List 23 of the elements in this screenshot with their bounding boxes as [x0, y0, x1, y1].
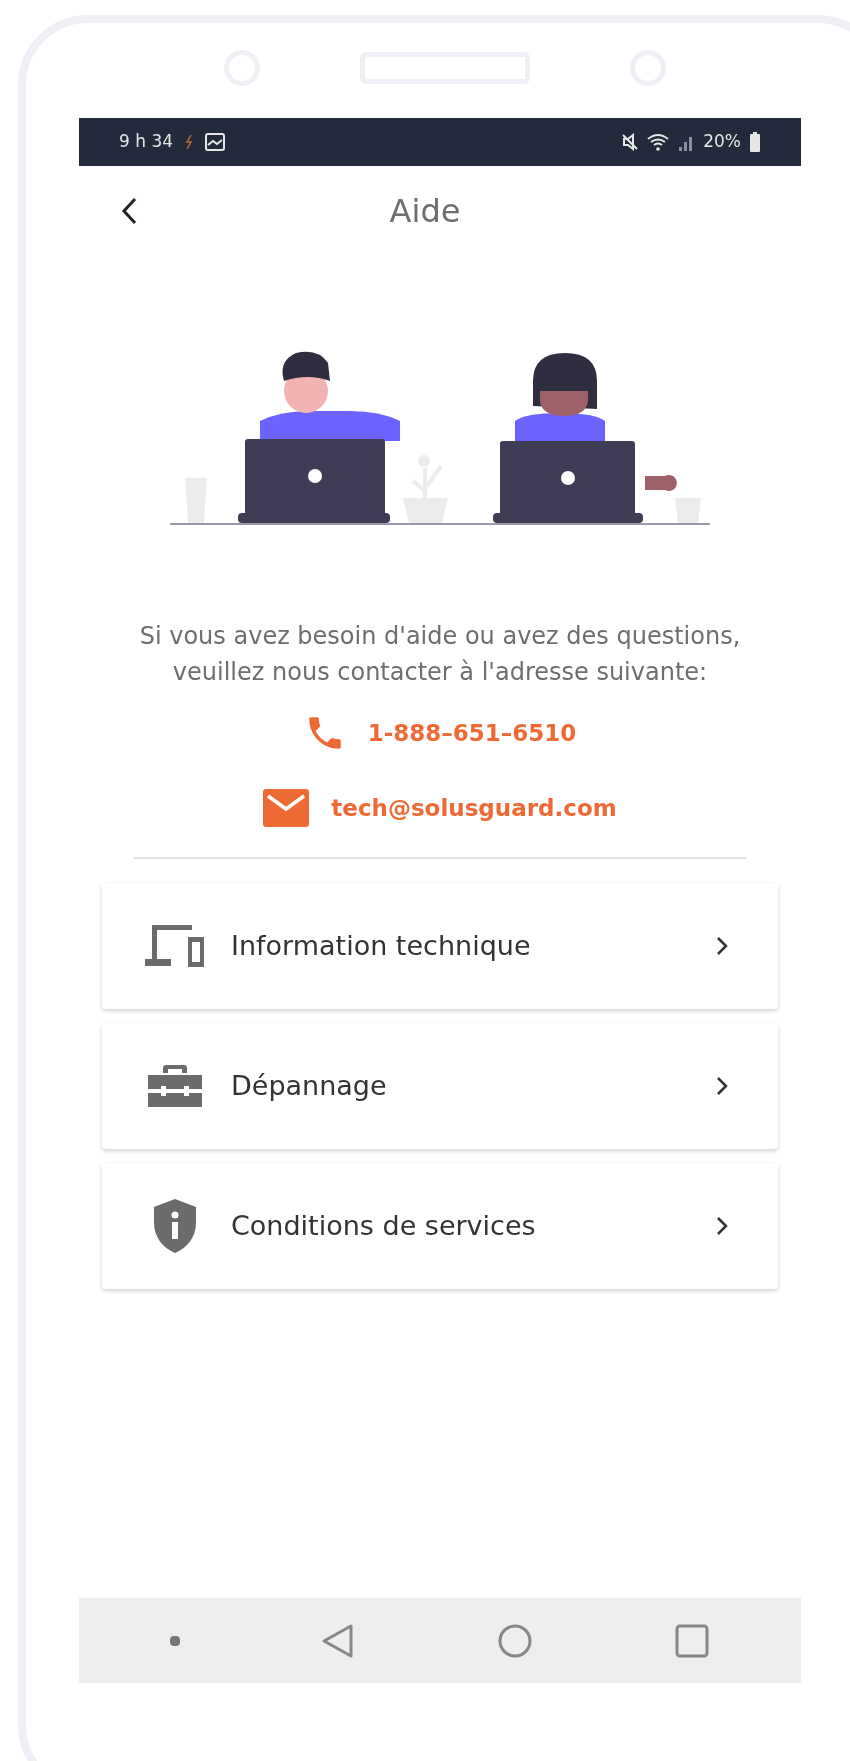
image-icon	[205, 133, 226, 151]
shield-info-icon	[151, 1198, 198, 1254]
menu-item[interactable]: Information technique	[102, 883, 778, 1009]
mail-icon	[263, 789, 310, 827]
square-icon[interactable]	[674, 1622, 711, 1659]
battery-percent: 20%	[703, 130, 741, 154]
toolbox-icon	[145, 1063, 204, 1109]
menu-item[interactable]: Dépannage	[102, 1023, 778, 1149]
devices-icon	[143, 923, 206, 969]
home-circle-icon[interactable]	[496, 1622, 533, 1659]
chevron-right-icon	[716, 1216, 728, 1236]
charging-icon	[185, 134, 194, 150]
back-triangle-icon[interactable]	[321, 1622, 356, 1659]
battery-icon	[749, 132, 761, 152]
mute-icon	[621, 133, 640, 151]
page-title: Aide	[389, 191, 461, 232]
chevron-right-icon	[716, 1076, 728, 1096]
menu-item[interactable]: Conditions de services	[102, 1163, 778, 1289]
wifi-icon	[647, 133, 670, 151]
help-message: Si vous avez besoin d'aide ou avez des questions, veuillez nous contacter à l'adresse suivante:	[138, 621, 742, 688]
status-time: 9 h 34	[119, 130, 174, 154]
chevron-right-icon	[716, 936, 728, 956]
chevron-left-icon	[121, 197, 137, 225]
